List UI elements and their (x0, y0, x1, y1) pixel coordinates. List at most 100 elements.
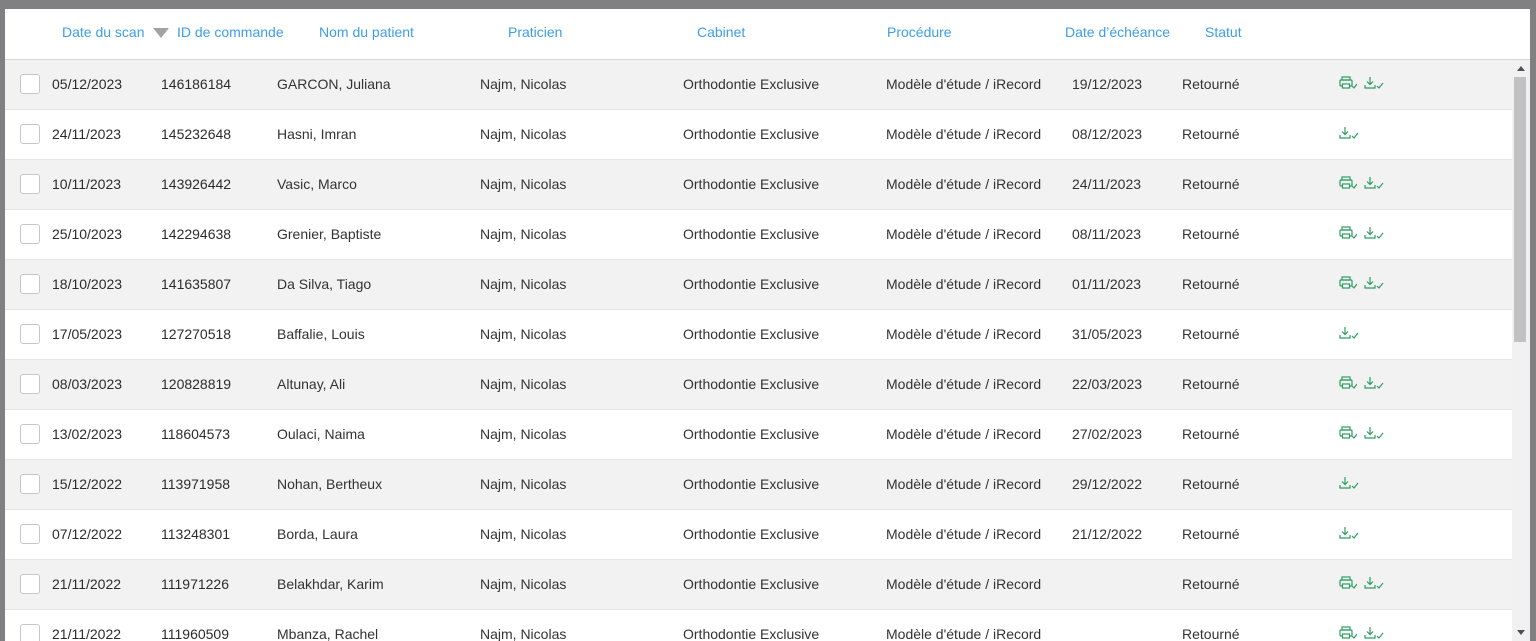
cell-procedure: Modèle d'étude / iRecord (886, 76, 1042, 92)
table-row[interactable]: 21/11/2022 111971226 Belakhdar, Karim Najm,… (5, 560, 1512, 610)
cell-order-id: 143926442 (161, 176, 232, 192)
print-check-icon[interactable] (1339, 626, 1357, 641)
cell-office: Orthodontie Exclusive (683, 526, 820, 542)
cell-scan-date: 15/12/2022 (52, 476, 123, 492)
table-row[interactable]: 13/02/2023 118604573 Oulaci, Naima Najm, Ni… (5, 410, 1512, 460)
print-check-icon[interactable] (1339, 276, 1357, 292)
row-checkbox[interactable] (20, 424, 40, 444)
cell-scan-date: 21/11/2022 (52, 576, 122, 592)
cell-status: Retourné (1182, 376, 1240, 392)
download-check-icon[interactable] (1339, 126, 1359, 142)
sort-down-icon[interactable] (153, 28, 169, 38)
download-check-icon[interactable] (1364, 376, 1384, 392)
table-row[interactable]: 10/11/2023 143926442 Vasic, Marco Najm, Nic… (5, 160, 1512, 210)
row-checkbox[interactable] (20, 124, 40, 144)
cell-practitioner: Najm, Nicolas (480, 526, 567, 542)
vertical-scrollbar[interactable] (1512, 60, 1530, 641)
cell-office: Orthodontie Exclusive (683, 426, 820, 442)
table-row[interactable]: 08/03/2023 120828819 Altunay, Ali Najm, Nic… (5, 360, 1512, 410)
scroll-down-arrow-icon[interactable] (1517, 630, 1525, 635)
row-checkbox[interactable] (20, 224, 40, 244)
row-checkbox[interactable] (20, 574, 40, 594)
table-row[interactable]: 05/12/2023 146186184 GARCON, Juliana Najm, … (5, 60, 1512, 110)
download-check-icon[interactable] (1364, 576, 1384, 592)
column-header-order-id[interactable]: ID de commande (177, 24, 284, 40)
download-check-icon[interactable] (1339, 526, 1359, 542)
cell-office: Orthodontie Exclusive (683, 276, 820, 292)
print-check-icon[interactable] (1339, 426, 1357, 442)
cell-practitioner: Najm, Nicolas (480, 576, 567, 592)
cell-practitioner: Najm, Nicolas (480, 226, 567, 242)
scrollbar-thumb[interactable] (1514, 77, 1526, 342)
row-checkbox[interactable] (20, 374, 40, 394)
cell-status: Retourné (1182, 276, 1240, 292)
table-header: Date du scan ID de commande Nom du patie… (5, 9, 1530, 60)
table-row[interactable]: 17/05/2023 127270518 Baffalie, Louis Najm, … (5, 310, 1512, 360)
cell-procedure: Modèle d'étude / iRecord (886, 376, 1042, 392)
cell-practitioner: Najm, Nicolas (480, 76, 567, 92)
cell-order-id: 127270518 (161, 326, 232, 342)
table-body: 05/12/2023 146186184 GARCON, Juliana Najm, … (5, 60, 1512, 641)
download-check-icon[interactable] (1339, 326, 1359, 342)
download-check-icon[interactable] (1339, 476, 1359, 492)
cell-patient: Vasic, Marco (277, 176, 357, 192)
cell-office: Orthodontie Exclusive (683, 576, 820, 592)
table-row[interactable]: 18/10/2023 141635807 Da Silva, Tiago Najm, … (5, 260, 1512, 310)
cell-order-id: 145232648 (161, 126, 232, 142)
cell-scan-date: 10/11/2023 (52, 176, 122, 192)
cell-due-date: 21/12/2022 (1072, 526, 1143, 542)
table-row[interactable]: 21/11/2022 111960509 Mbanza, Rachel Najm, N… (5, 610, 1512, 641)
cell-due-date: 08/11/2023 (1072, 226, 1142, 242)
cell-patient: Hasni, Imran (277, 126, 357, 142)
print-check-icon[interactable] (1339, 376, 1357, 392)
download-check-icon[interactable] (1364, 276, 1384, 292)
cell-status: Retourné (1182, 226, 1240, 242)
table-row[interactable]: 15/12/2022 113971958 Nohan, Bertheux Najm, … (5, 460, 1512, 510)
cell-patient: Altunay, Ali (277, 376, 346, 392)
row-checkbox[interactable] (20, 74, 40, 94)
cell-status: Retourné (1182, 176, 1240, 192)
table-row[interactable]: 25/10/2023 142294638 Grenier, Baptiste Najm… (5, 210, 1512, 260)
column-header-patient[interactable]: Nom du patient (319, 24, 414, 40)
column-header-scan-date[interactable]: Date du scan (62, 24, 145, 40)
cell-scan-date: 05/12/2023 (52, 76, 123, 92)
column-header-due-date[interactable]: Date d’échéance (1065, 24, 1170, 40)
cell-due-date: 19/12/2023 (1072, 76, 1143, 92)
column-header-procedure[interactable]: Procédure (887, 24, 952, 40)
cell-practitioner: Najm, Nicolas (480, 276, 567, 292)
column-header-status[interactable]: Statut (1205, 24, 1242, 40)
cell-office: Orthodontie Exclusive (683, 476, 820, 492)
cell-order-id: 113971958 (161, 476, 231, 492)
row-checkbox[interactable] (20, 624, 40, 641)
cell-procedure: Modèle d'étude / iRecord (886, 426, 1042, 442)
column-header-practitioner[interactable]: Praticien (508, 24, 562, 40)
print-check-icon[interactable] (1339, 76, 1357, 92)
table-row[interactable]: 07/12/2022 113248301 Borda, Laura Najm, Nic… (5, 510, 1512, 560)
download-check-icon[interactable] (1364, 176, 1384, 192)
cell-scan-date: 24/11/2023 (52, 126, 122, 142)
download-check-icon[interactable] (1364, 426, 1384, 442)
download-check-icon[interactable] (1364, 226, 1384, 242)
row-checkbox[interactable] (20, 174, 40, 194)
print-check-icon[interactable] (1339, 226, 1357, 242)
cell-office: Orthodontie Exclusive (683, 326, 820, 342)
cell-due-date: 08/12/2023 (1072, 126, 1143, 142)
download-check-icon[interactable] (1364, 626, 1384, 641)
print-check-icon[interactable] (1339, 576, 1357, 592)
cell-scan-date: 13/02/2023 (52, 426, 123, 442)
cell-order-id: 111960509 (161, 626, 229, 641)
cell-status: Retourné (1182, 426, 1240, 442)
row-checkbox[interactable] (20, 324, 40, 344)
cell-procedure: Modèle d'étude / iRecord (886, 626, 1042, 641)
row-checkbox[interactable] (20, 524, 40, 544)
column-header-office[interactable]: Cabinet (697, 24, 745, 40)
download-check-icon[interactable] (1364, 76, 1384, 92)
scroll-up-arrow-icon[interactable] (1517, 66, 1525, 71)
cell-order-id: 142294638 (161, 226, 232, 242)
cell-practitioner: Najm, Nicolas (480, 376, 567, 392)
cell-order-id: 111971226 (161, 576, 229, 592)
print-check-icon[interactable] (1339, 176, 1357, 192)
table-row[interactable]: 24/11/2023 145232648 Hasni, Imran Najm, Nic… (5, 110, 1512, 160)
row-checkbox[interactable] (20, 274, 40, 294)
row-checkbox[interactable] (20, 474, 40, 494)
